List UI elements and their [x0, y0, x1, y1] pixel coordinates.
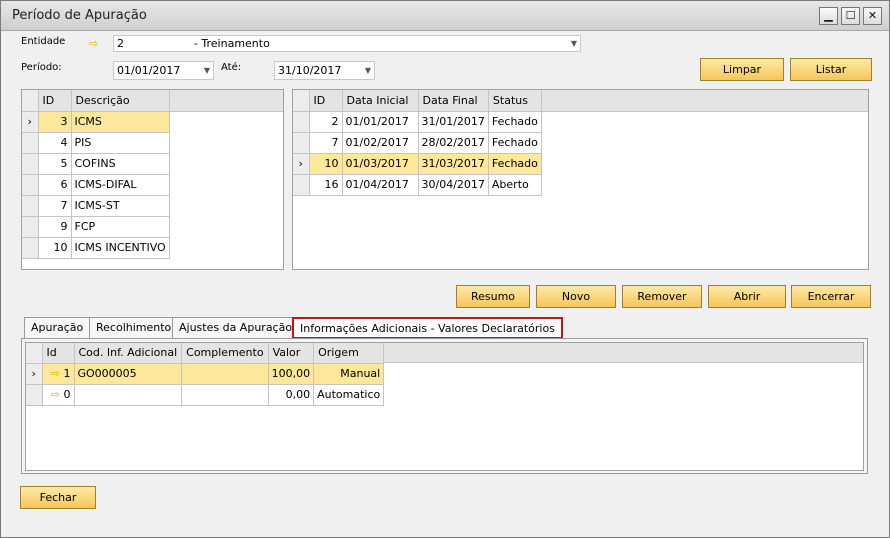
impostos-grid: ID Descrição › 3 ICMS 4 PIS 5 COFINS 6 I…: [21, 89, 284, 270]
col-id[interactable]: ID: [38, 90, 72, 112]
table-row[interactable]: 6 ICMS-DIFAL: [22, 174, 170, 196]
col-complemento[interactable]: Complemento: [181, 343, 269, 364]
link-arrow-icon[interactable]: ⇨: [51, 388, 60, 401]
abrir-button[interactable]: Abrir: [708, 285, 786, 308]
table-row[interactable]: 4 PIS: [22, 132, 170, 154]
col-valor[interactable]: Valor: [268, 343, 315, 364]
table-row[interactable]: ⇨ 0 0,00 Automatico: [26, 384, 385, 406]
table-row[interactable]: 7 ICMS-ST: [22, 195, 170, 217]
tab-apuracao[interactable]: Apuração: [24, 317, 91, 339]
row-selector-icon: ›: [26, 363, 43, 385]
window-title: Período de Apuração: [12, 8, 147, 23]
table-row[interactable]: › 10 01/03/2017 31/03/2017 Fechado: [293, 153, 542, 175]
minimize-button[interactable]: ▁: [819, 7, 838, 25]
link-arrow-icon[interactable]: ⇨: [89, 37, 98, 50]
novo-button[interactable]: Novo: [536, 285, 616, 308]
col-data-inicial[interactable]: Data Inicial: [342, 90, 419, 112]
periodo-input[interactable]: 01/01/2017 ▼: [113, 61, 214, 80]
title-bar: Período de Apuração ▁ ☐ ✕: [1, 1, 889, 31]
chevron-down-icon[interactable]: ▼: [204, 62, 210, 79]
table-row[interactable]: 9 FCP: [22, 216, 170, 238]
info-adicionais-grid: Id Cod. Inf. Adicional Complemento Valor…: [25, 342, 864, 471]
col-origem[interactable]: Origem: [313, 343, 385, 364]
entidade-label: Entidade: [21, 36, 66, 47]
col-descricao[interactable]: Descrição: [71, 90, 170, 112]
chevron-down-icon[interactable]: ▼: [571, 36, 577, 51]
ate-label: Até:: [221, 62, 242, 73]
col-id[interactable]: ID: [309, 90, 343, 112]
remover-button[interactable]: Remover: [622, 285, 702, 308]
tab-ajustes-apuracao[interactable]: Ajustes da Apuração: [172, 317, 300, 339]
col-cod-inf-adicional[interactable]: Cod. Inf. Adicional: [74, 343, 183, 364]
chevron-down-icon[interactable]: ▼: [365, 62, 371, 79]
periodo-value: 01/01/2017: [117, 64, 181, 77]
periodos-grid: ID Data Inicial Data Final Status 2 01/0…: [292, 89, 869, 270]
table-row[interactable]: 5 COFINS: [22, 153, 170, 175]
col-id[interactable]: Id: [42, 343, 75, 364]
entidade-select[interactable]: 2 - Treinamento ▼: [113, 35, 581, 52]
table-row[interactable]: › 3 ICMS: [22, 111, 170, 133]
row-selector-icon: ›: [293, 153, 310, 175]
fechar-button[interactable]: Fechar: [20, 486, 96, 509]
resumo-button[interactable]: Resumo: [456, 285, 530, 308]
periodo-label: Período:: [21, 62, 62, 73]
period-window: Período de Apuração ▁ ☐ ✕ Entidade ⇨ 2 -…: [0, 0, 890, 538]
ate-value: 31/10/2017: [278, 64, 342, 77]
table-row[interactable]: 10 ICMS INCENTIVO: [22, 237, 170, 259]
tab-recolhimento[interactable]: Recolhimento: [89, 317, 179, 339]
table-row[interactable]: 16 01/04/2017 30/04/2017 Aberto: [293, 174, 542, 196]
table-row[interactable]: 7 01/02/2017 28/02/2017 Fechado: [293, 132, 542, 154]
entidade-value: 2 - Treinamento: [117, 37, 270, 50]
encerrar-button[interactable]: Encerrar: [791, 285, 871, 308]
limpar-button[interactable]: Limpar: [700, 58, 784, 81]
tab-panel: Id Cod. Inf. Adicional Complemento Valor…: [21, 338, 868, 474]
table-row[interactable]: › ⇨ 1 GO000005 100,00 Manual: [26, 363, 385, 385]
tab-informacoes-adicionais[interactable]: Informações Adicionais - Valores Declara…: [292, 317, 563, 339]
listar-button[interactable]: Listar: [790, 58, 872, 81]
link-arrow-icon[interactable]: ⇨: [51, 367, 60, 380]
close-button[interactable]: ✕: [863, 7, 882, 25]
table-row[interactable]: 2 01/01/2017 31/01/2017 Fechado: [293, 111, 542, 133]
row-selector-icon: ›: [22, 111, 39, 133]
ate-input[interactable]: 31/10/2017 ▼: [274, 61, 375, 80]
col-status[interactable]: Status: [488, 90, 542, 112]
col-data-final[interactable]: Data Final: [418, 90, 489, 112]
maximize-button[interactable]: ☐: [841, 7, 860, 25]
